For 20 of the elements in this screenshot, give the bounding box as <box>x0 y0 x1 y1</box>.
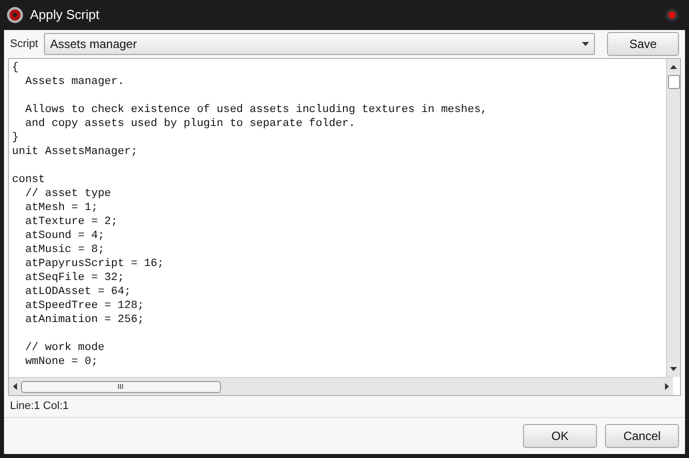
close-icon[interactable] <box>665 8 679 22</box>
app-logo-icon <box>6 6 24 24</box>
window-title: Apply Script <box>30 6 100 24</box>
scroll-thumb[interactable] <box>668 75 680 89</box>
script-select[interactable]: Assets manager <box>44 33 595 55</box>
scroll-right-icon[interactable] <box>665 383 669 390</box>
status-text: Line:1 Col:1 <box>10 399 69 414</box>
grip-icon <box>118 384 124 389</box>
scroll-thumb[interactable] <box>21 380 221 392</box>
horizontal-scrollbar[interactable] <box>9 377 673 395</box>
scroll-left-icon[interactable] <box>13 383 17 390</box>
dropdown-caret-icon <box>582 42 589 46</box>
save-button[interactable]: Save <box>607 32 679 56</box>
script-label: Script <box>10 36 38 52</box>
vertical-scrollbar[interactable] <box>666 59 680 377</box>
scroll-down-icon[interactable] <box>670 367 677 371</box>
ok-button[interactable]: OK <box>523 424 597 448</box>
code-text: { Assets manager. Allows to check existence of used assets including textures in meshes, and copy assets used by plugin to separate folder. } unit AssetsManager; const // asset type atMesh = 1; atTexture = 2; atSound = 4; atMusic = 8; atPapyrusScript = 16; atSeqFile = 32; atLODAsset = 64; atSpeedTree = 128; atAnimation = 256; // work mode wmNone = 0; <box>11 61 488 370</box>
cancel-button[interactable]: Cancel <box>605 424 679 448</box>
scroll-up-icon[interactable] <box>670 65 677 69</box>
